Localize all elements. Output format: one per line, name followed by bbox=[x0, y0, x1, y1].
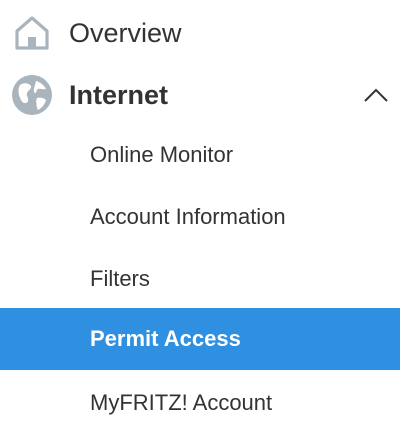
sub-item-label: MyFRITZ! Account bbox=[90, 390, 273, 415]
sub-item-label: Online Monitor bbox=[90, 142, 234, 167]
sidebar-nav: Overview Internet Online Monitor Account… bbox=[0, 0, 400, 429]
nav-item-label: Internet bbox=[69, 79, 169, 110]
nav-item-label: Overview bbox=[69, 17, 182, 48]
sub-item-label: Permit Access bbox=[90, 326, 241, 351]
nav-item-internet[interactable]: Internet bbox=[0, 64, 400, 126]
nav-item-overview[interactable]: Overview bbox=[0, 2, 400, 64]
sub-item-myfritz-account[interactable]: MyFRITZ! Account bbox=[0, 372, 400, 434]
sub-item-account-information[interactable]: Account Information bbox=[0, 186, 400, 248]
sub-item-filters[interactable]: Filters bbox=[0, 248, 400, 310]
sub-item-online-monitor[interactable]: Online Monitor bbox=[0, 124, 400, 186]
home-icon bbox=[10, 11, 54, 55]
sub-item-permit-access[interactable]: Permit Access bbox=[0, 308, 400, 370]
sub-item-label: Account Information bbox=[90, 204, 286, 229]
globe-icon bbox=[10, 73, 54, 117]
chevron-up-icon[interactable] bbox=[362, 81, 390, 109]
sub-item-label: Filters bbox=[90, 266, 150, 291]
